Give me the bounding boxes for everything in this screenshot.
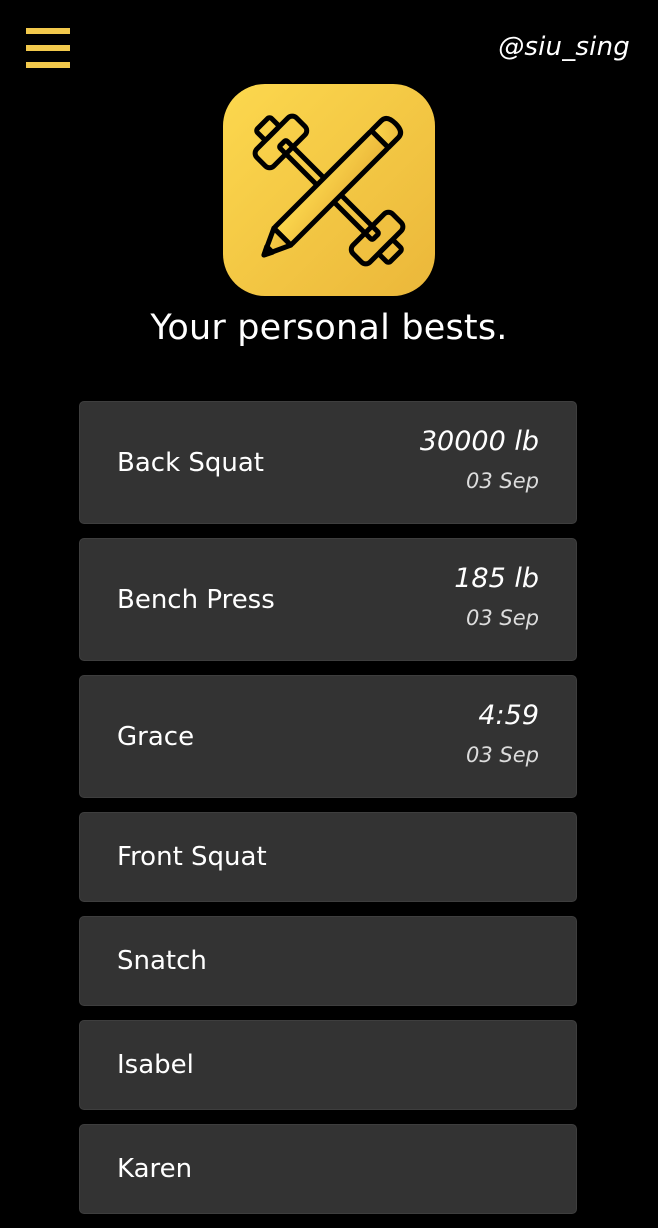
page-title: Your personal bests. xyxy=(150,308,508,348)
best-card-karen[interactable]: Karen xyxy=(79,1124,577,1214)
best-date: 03 Sep xyxy=(466,743,539,767)
menu-button[interactable] xyxy=(26,28,70,68)
barbell-pencil-logo-icon xyxy=(223,84,435,296)
best-name: Back Squat xyxy=(117,447,264,478)
best-value: 4:59 xyxy=(478,700,539,731)
best-card-front-squat[interactable]: Front Squat xyxy=(79,812,577,902)
best-name: Isabel xyxy=(117,1050,194,1080)
personal-bests-list: Back Squat 30000 lb 03 Sep Bench Press 1… xyxy=(79,401,577,1228)
best-date: 03 Sep xyxy=(466,469,539,493)
best-name: Karen xyxy=(117,1154,193,1184)
username-label[interactable]: @siu_sing xyxy=(498,32,630,62)
best-name: Grace xyxy=(117,721,195,752)
best-date: 03 Sep xyxy=(466,606,539,630)
best-name: Front Squat xyxy=(117,842,267,872)
best-name: Snatch xyxy=(117,946,207,976)
best-value: 185 lb xyxy=(454,563,539,594)
best-value: 30000 lb xyxy=(419,426,539,457)
best-card-back-squat[interactable]: Back Squat 30000 lb 03 Sep xyxy=(79,401,577,524)
best-card-bench-press[interactable]: Bench Press 185 lb 03 Sep xyxy=(79,538,577,661)
best-card-snatch[interactable]: Snatch xyxy=(79,916,577,1006)
best-card-grace[interactable]: Grace 4:59 03 Sep xyxy=(79,675,577,798)
app-logo xyxy=(223,84,435,296)
best-name: Bench Press xyxy=(117,584,275,615)
best-card-isabel[interactable]: Isabel xyxy=(79,1020,577,1110)
